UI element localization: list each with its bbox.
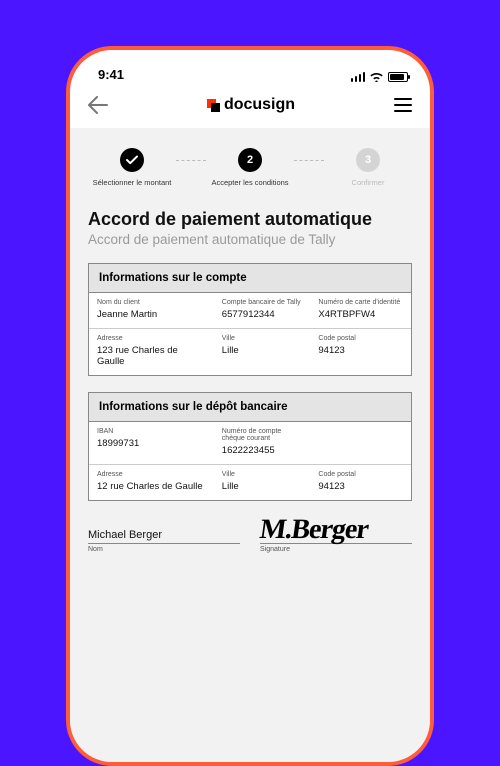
signature-label: Signature (260, 546, 412, 553)
wifi-icon (369, 71, 384, 82)
field-value: 94123 (318, 481, 403, 492)
field-value: 94123 (318, 345, 403, 356)
field-label: IBAN (97, 428, 206, 435)
field-label: Ville (222, 471, 303, 478)
brand-logo: docusign (207, 96, 295, 114)
signature-block[interactable]: M.Berger Signature (260, 519, 412, 553)
field-label: Ville (222, 335, 303, 342)
battery-icon (388, 72, 408, 82)
table-row: Nom du client Jeanne Martin Compte bancai… (89, 293, 411, 329)
step-label: Accepter les conditions (211, 178, 288, 187)
table-row: IBAN 18999731 Numéro de compte chèque cou… (89, 422, 411, 465)
signature-scribble: M.Berger (258, 519, 413, 541)
field-value: 12 rue Charles de Gaulle (97, 481, 206, 492)
step-label: Confirmer (352, 178, 385, 187)
status-icons (351, 71, 409, 82)
table-row: Adresse 123 rue Charles de Gaulle Ville Li… (89, 329, 411, 375)
stepper: Sélectionner le montant 2 Accepter les c… (88, 148, 412, 187)
field-value: X4RTBPFW4 (318, 309, 403, 320)
field-value: 1622223455 (222, 445, 303, 456)
app-header: docusign (70, 82, 430, 128)
deposit-heading: Informations sur le dépôt bancaire (89, 393, 411, 422)
field-label: Nom du client (97, 299, 206, 306)
step-label: Sélectionner le montant (93, 178, 172, 187)
field-label: Adresse (97, 471, 206, 478)
step-num: 3 (356, 148, 380, 172)
field-value: Lille (222, 481, 303, 492)
back-button[interactable] (88, 96, 108, 114)
signature-name-label: Nom (88, 546, 240, 553)
step-num: 2 (238, 148, 262, 172)
field-label: Numéro de carte d'identité (318, 299, 403, 306)
signature-name-block: Michael Berger Nom (88, 529, 240, 553)
field-label: Numéro de compte chèque courant (222, 428, 303, 442)
brand-name: docusign (224, 96, 295, 114)
field-label: Code postal (318, 471, 403, 478)
page-title: Accord de paiement automatique (88, 209, 412, 230)
field-label: Adresse (97, 335, 206, 342)
field-value: Jeanne Martin (97, 309, 206, 320)
account-card: Informations sur le compte Nom du client… (88, 263, 412, 376)
deposit-card: Informations sur le dépôt bancaire IBAN 1… (88, 392, 412, 501)
field-label: Code postal (318, 335, 403, 342)
field-value: 6577912344 (222, 309, 303, 320)
table-row: Adresse 12 rue Charles de Gaulle Ville Lil… (89, 465, 411, 500)
phone-frame: 9:41 docusign (66, 46, 434, 766)
step-3[interactable]: 3 Confirmer (324, 148, 412, 187)
page-subtitle: Accord de paiement automatique de Tally (88, 232, 412, 247)
signature-row: Michael Berger Nom M.Berger Signature (88, 519, 412, 553)
status-time: 9:41 (98, 67, 124, 82)
signal-icon (351, 72, 366, 82)
field-label: Compte bancaire de Tally (222, 299, 303, 306)
content-area: Sélectionner le montant 2 Accepter les c… (70, 128, 430, 762)
step-2[interactable]: 2 Accepter les conditions (206, 148, 294, 187)
brand-mark-icon (207, 99, 220, 112)
account-heading: Informations sur le compte (89, 264, 411, 293)
field-value: 18999731 (97, 438, 206, 449)
menu-button[interactable] (394, 98, 412, 112)
field-value: 123 rue Charles de Gaulle (97, 345, 206, 367)
step-1[interactable]: Sélectionner le montant (88, 148, 176, 187)
status-bar: 9:41 (70, 50, 430, 82)
field-value: Lille (222, 345, 303, 356)
step-connector (294, 160, 324, 161)
check-icon (120, 148, 144, 172)
signatory-name: Michael Berger (88, 529, 240, 541)
step-connector (176, 160, 206, 161)
